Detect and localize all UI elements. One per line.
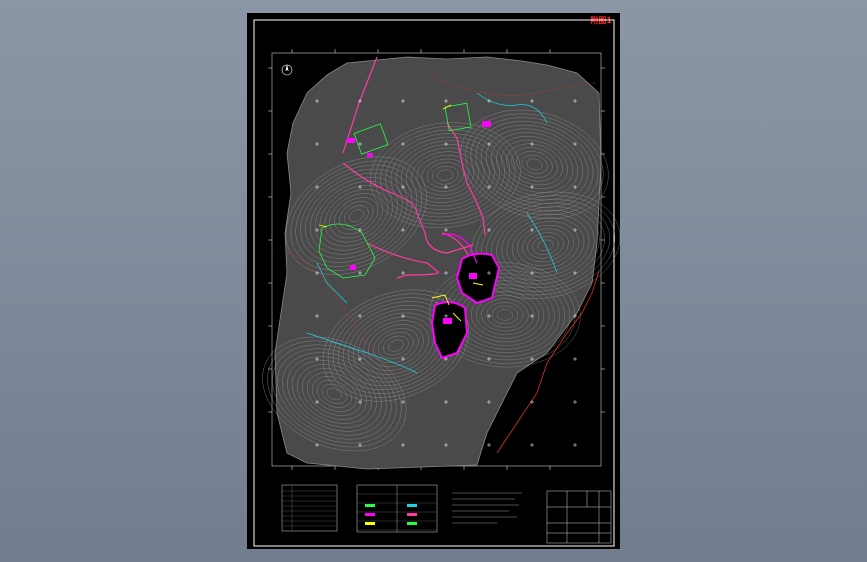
title-block [546,490,612,544]
drawing-sheet: 附图1 [247,13,620,549]
notes-block [452,492,522,524]
terrain-contours [262,56,620,470]
legend-table-left [281,484,338,532]
legend-table-symbols [356,484,438,533]
north-arrow-icon [281,64,293,76]
drawing-canvas [253,19,620,547]
